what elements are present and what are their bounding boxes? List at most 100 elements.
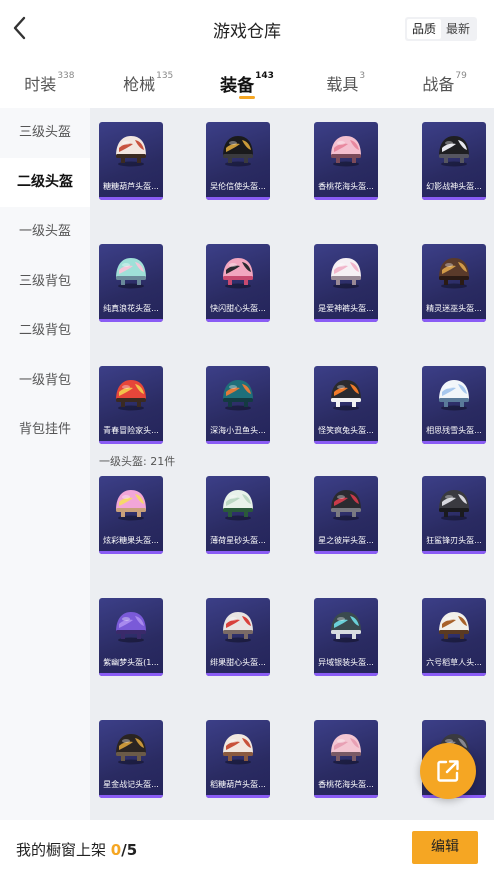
item-grid: 一级头盔: 21件 糖糖葫芦头盔... 吴伦信使头盔... 香桃花海头盔... 幻影战… [90, 108, 494, 820]
item-card[interactable]: 纯真浪花头盔... [99, 244, 163, 322]
rarity-stripe [422, 319, 486, 322]
sidebar-item-level3-helmet[interactable]: 三级头盔 [0, 108, 90, 158]
tab-equipment[interactable]: 装备143 [198, 58, 297, 108]
showcase-current-count: 0 [110, 841, 122, 859]
tab-count: 135 [156, 71, 174, 81]
tab-vehicles[interactable]: 载具3 [296, 58, 395, 108]
item-name: 怪笑疯兔头盔... [318, 426, 374, 435]
sidebar-item-level2-helmet[interactable]: 二级头盔 [0, 157, 90, 207]
item-card[interactable]: 香桃花海头盔... [314, 720, 378, 798]
rarity-stripe [422, 197, 486, 200]
item-name: 六号稻草人头... [426, 658, 482, 667]
item-name: 香桃花海头盔... [318, 780, 374, 789]
helmet-icon [223, 380, 253, 411]
item-name: 星金战记头盔... [103, 780, 159, 789]
item-card[interactable]: 香桃花海头盔... [314, 122, 378, 200]
helmet-icon [439, 612, 469, 643]
sidebar-item-level3-backpack[interactable]: 三级背包 [0, 257, 90, 307]
helmet-icon [331, 380, 361, 411]
rarity-stripe [314, 673, 378, 676]
rarity-stripe [99, 197, 163, 200]
item-card[interactable]: 六号稻草人头... [422, 598, 486, 676]
tab-fashion[interactable]: 时装338 [0, 58, 99, 108]
rarity-stripe [422, 673, 486, 676]
helmet-icon [223, 612, 253, 643]
item-name: 深海小丑鱼头... [210, 426, 266, 435]
rarity-stripe [314, 551, 378, 554]
share-button[interactable] [420, 743, 476, 799]
item-card[interactable]: 紫幽梦头盔(1... [99, 598, 163, 676]
helmet-icon [116, 734, 146, 765]
rarity-stripe [206, 795, 270, 798]
tab-count: 3 [359, 71, 366, 81]
item-name: 是爱神裤头盔... [318, 304, 374, 313]
helmet-icon [331, 258, 361, 289]
item-name: 薄荷星砂头盔... [210, 536, 266, 545]
helmet-icon [439, 136, 469, 167]
item-card[interactable]: 青春冒险家头... [99, 366, 163, 444]
item-name: 青春冒险家头... [103, 426, 159, 435]
item-name: 相思残雪头盔... [426, 426, 482, 435]
helmet-icon [223, 136, 253, 167]
tab-label: 战备 [422, 75, 455, 94]
item-name: 精灵迷巫头盔... [426, 304, 482, 313]
helmet-icon [116, 612, 146, 643]
helmet-icon [439, 490, 469, 521]
item-card[interactable]: 绯果甜心头盔... [206, 598, 270, 676]
item-card[interactable]: 异域银装头盔... [314, 598, 378, 676]
item-name: 纯真浪花头盔... [103, 304, 159, 313]
footer-bar: 我的橱窗上架 0/5 编辑 [0, 820, 494, 875]
tab-firearms[interactable]: 枪械135 [99, 58, 198, 108]
item-name: 绯果甜心头盔... [210, 658, 266, 667]
showcase-status: 我的橱窗上架 0/5 [16, 839, 137, 860]
item-card[interactable]: 深海小丑鱼头... [206, 366, 270, 444]
item-card[interactable]: 精灵迷巫头盔... [422, 244, 486, 322]
helmet-icon [223, 734, 253, 765]
rarity-stripe [314, 795, 378, 798]
sidebar-item-level1-helmet[interactable]: 一级头盔 [0, 207, 90, 257]
item-card[interactable]: 炫彩糖果头盔... [99, 476, 163, 554]
helmet-icon [223, 490, 253, 521]
tab-count: 338 [57, 71, 75, 81]
item-name: 幻影战神头盔... [426, 182, 482, 191]
item-card[interactable]: 星金战记头盔... [99, 720, 163, 798]
helmet-icon [439, 380, 469, 411]
rarity-stripe [99, 551, 163, 554]
rarity-stripe [206, 197, 270, 200]
sort-quality-button[interactable]: 品质 [407, 19, 441, 39]
tab-supplies[interactable]: 战备79 [395, 58, 494, 108]
rarity-stripe [206, 551, 270, 554]
item-card[interactable]: 相思残雪头盔... [422, 366, 486, 444]
tab-label: 装备 [220, 76, 255, 96]
item-card[interactable]: 是爱神裤头盔... [314, 244, 378, 322]
sort-latest-button[interactable]: 最新 [441, 19, 475, 39]
tab-label: 载具 [326, 75, 359, 94]
item-card[interactable]: 薄荷星砂头盔... [206, 476, 270, 554]
rarity-stripe [99, 795, 163, 798]
helmet-icon [116, 136, 146, 167]
helmet-icon [439, 258, 469, 289]
edit-button[interactable]: 编辑 [412, 831, 478, 864]
item-name: 快闪甜心头盔... [210, 304, 266, 313]
item-card[interactable]: 糖糖葫芦头盔... [99, 122, 163, 200]
item-card[interactable]: 狂鲨锋刃头盔... [422, 476, 486, 554]
rarity-stripe [314, 319, 378, 322]
item-card[interactable]: 幻影战神头盔... [422, 122, 486, 200]
helmet-icon [116, 490, 146, 521]
sidebar: 三级头盔 二级头盔 一级头盔 三级背包 二级背包 一级背包 背包挂件 [0, 108, 90, 820]
item-card[interactable]: 快闪甜心头盔... [206, 244, 270, 322]
item-card[interactable]: 怪笑疯兔头盔... [314, 366, 378, 444]
sidebar-item-level1-backpack[interactable]: 一级背包 [0, 356, 90, 406]
sort-toggle: 品质 最新 [405, 17, 477, 41]
rarity-stripe [206, 673, 270, 676]
item-card[interactable]: 稻糖葫芦头盔... [206, 720, 270, 798]
warehouse-page: 游戏仓库 品质 最新 时装338 枪械135 装备143 载具3 战备79 三级… [0, 0, 494, 875]
sidebar-item-level2-backpack[interactable]: 二级背包 [0, 306, 90, 356]
item-name: 炫彩糖果头盔... [103, 536, 159, 545]
item-card[interactable]: 吴伦信使头盔... [206, 122, 270, 200]
item-card[interactable]: 星之彼岸头盔... [314, 476, 378, 554]
sidebar-item-backpack-pendant[interactable]: 背包挂件 [0, 405, 90, 455]
rarity-stripe [206, 441, 270, 444]
showcase-total-count: 5 [126, 841, 138, 859]
rarity-stripe [99, 319, 163, 322]
